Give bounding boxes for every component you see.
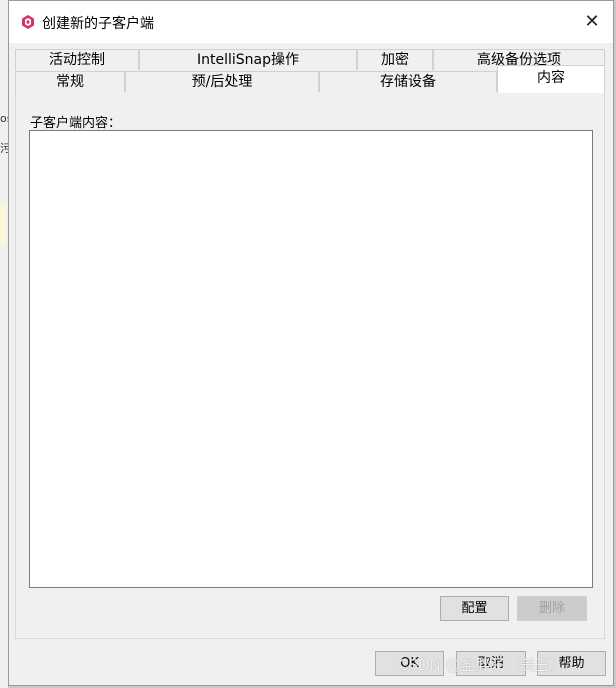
background-window: os 污 (0, 0, 12, 688)
close-icon[interactable]: ✕ (581, 11, 603, 33)
background-highlight (0, 205, 6, 245)
subclient-content-label: 子客户端内容： (30, 116, 122, 131)
create-subclient-dialog: 创建新的子客户端 ✕ 活动控制 IntelliSnap操作 加密 高级备份选项 … (8, 0, 614, 686)
tab-storage-device[interactable]: 存储设备 (319, 71, 497, 92)
app-icon (20, 14, 36, 30)
tab-general[interactable]: 常规 (15, 71, 125, 92)
delete-button: 删除 (517, 596, 587, 621)
tab-row-front: 常规 预/后处理 存储设备 内容 (15, 65, 605, 93)
window-title: 创建新的子客户端 (42, 16, 154, 32)
title-bar: 创建新的子客户端 ✕ (9, 1, 613, 43)
tab-intellisnap[interactable]: IntelliSnap操作 (139, 49, 357, 70)
configure-button[interactable]: 配置 (440, 596, 509, 621)
content-panel: 子客户端内容： 配置 删除 (15, 91, 605, 639)
subclient-content-list[interactable] (29, 130, 593, 588)
tab-pre-post-process[interactable]: 预/后处理 (125, 71, 319, 92)
tab-encryption[interactable]: 加密 (357, 49, 433, 70)
watermark: CSDN @盐胖子（美丑） (398, 656, 566, 674)
tab-activity-control[interactable]: 活动控制 (15, 49, 139, 70)
tab-content[interactable]: 内容 (497, 65, 605, 93)
